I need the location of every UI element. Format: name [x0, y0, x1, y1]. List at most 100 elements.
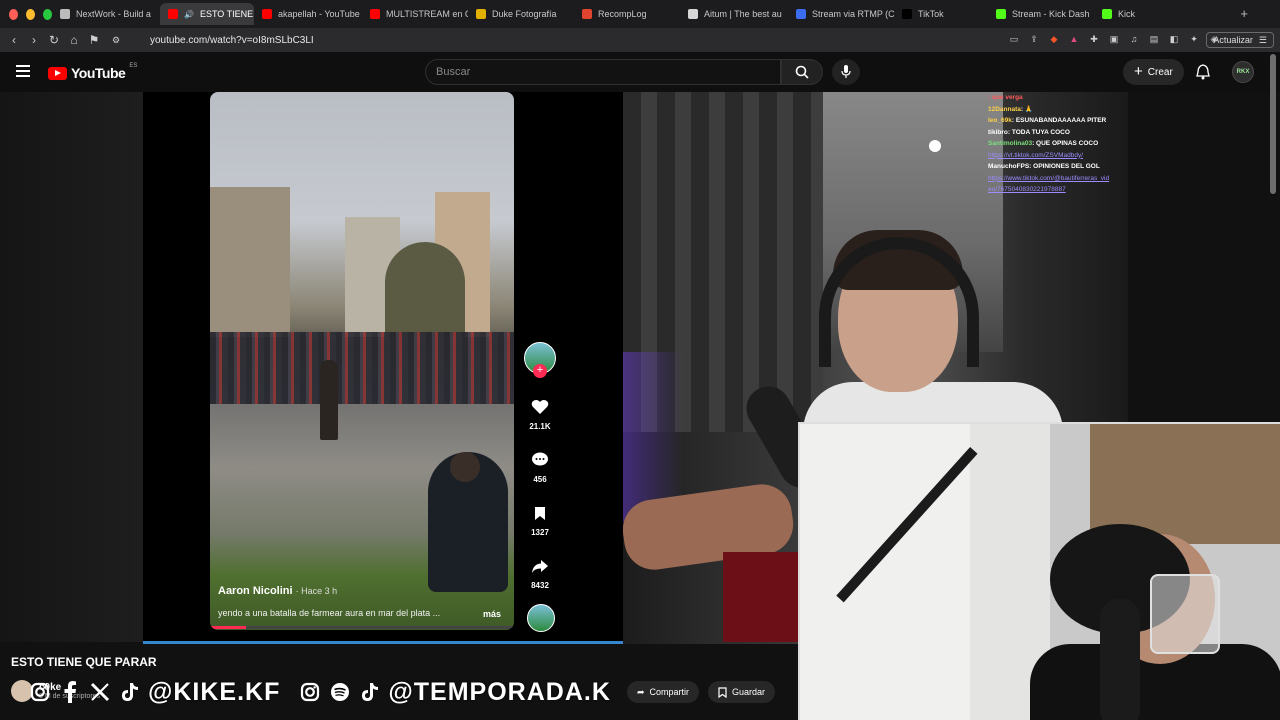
plus-icon: +: [1134, 63, 1143, 80]
browser-tab[interactable]: NextWork - Build a: [52, 3, 160, 25]
tab-favicon-icon: [1102, 9, 1112, 19]
share-action[interactable]: 8432: [522, 555, 558, 590]
tab-favicon-icon: [582, 9, 592, 19]
like-count: 21.1K: [529, 422, 551, 431]
tab-label: TikTok: [918, 9, 944, 19]
tiktok-clip: Aaron Nicolini · Hace 3 h yendo a una ba…: [210, 92, 514, 630]
page-scrollbar[interactable]: [1270, 54, 1276, 194]
tab-favicon-icon: [476, 9, 486, 19]
extensions-toolbar: ▭ ⇪ ◆ ▲ ✚ ▣ ♫ ▤ ◧ ✦ ◈: [1008, 33, 1220, 45]
sidebar-icon[interactable]: ◧: [1168, 33, 1180, 45]
browser-tab[interactable]: Duke Fotografía: [468, 3, 574, 25]
search-icon: [795, 65, 809, 79]
notifications-bell-icon[interactable]: [1196, 64, 1210, 80]
chat-username: tikibro: [988, 128, 1008, 136]
chat-message: eo/7675040830221978887: [988, 184, 1128, 196]
account-avatar[interactable]: RKX: [1232, 61, 1254, 83]
tab-favicon-icon: [688, 9, 698, 19]
extensions-icon[interactable]: ✚: [1088, 33, 1100, 45]
instagram-icon: [28, 680, 52, 704]
tab-label: Stream via RTMP (C: [812, 9, 894, 19]
browser-tab[interactable]: 🔊ESTO TIENE✕: [160, 3, 254, 25]
chat-link[interactable]: eo/7675040830221978887: [988, 186, 1066, 193]
chat-message: leo_69k: ESUNABANDAAAAAA PITER: [988, 115, 1128, 127]
chat-message: Santimolina03: QUE OPINAS COCO: [988, 138, 1128, 150]
comment-action[interactable]: 456: [522, 449, 558, 484]
share-count: 8432: [531, 581, 549, 590]
leo-icon[interactable]: ✦: [1188, 33, 1200, 45]
drinking-glass: [1150, 574, 1220, 654]
youtube-wordmark: YouTube: [71, 65, 126, 81]
clip-more-link[interactable]: más: [483, 609, 501, 619]
share-page-icon[interactable]: ⇪: [1028, 33, 1040, 45]
tab-favicon-icon: [996, 9, 1006, 19]
browser-tab[interactable]: MULTISTREAM en C: [362, 3, 468, 25]
rewards-icon[interactable]: ▲: [1068, 33, 1080, 45]
search-placeholder: Buscar: [436, 66, 471, 78]
cast-icon[interactable]: ▭: [1008, 33, 1020, 45]
save-action[interactable]: 1327: [522, 502, 558, 537]
player-left-backdrop: [0, 92, 143, 642]
heart-icon: [531, 400, 549, 414]
comment-icon: [532, 452, 548, 466]
browser-tab[interactable]: Stream - Kick Dash: [988, 3, 1094, 25]
chat-username: ManuchoFPS: [988, 163, 1030, 170]
browser-tab[interactable]: akapellah - YouTube: [254, 3, 362, 25]
create-button[interactable]: + Crear: [1123, 59, 1184, 85]
tab-label: Aitum | The best au: [704, 9, 782, 19]
chat-username: Santimolina03: [988, 140, 1033, 147]
browser-tab[interactable]: Stream via RTMP (C: [788, 3, 894, 25]
audio-playing-icon[interactable]: 🔊: [184, 10, 194, 19]
new-tab-button[interactable]: +: [1240, 6, 1248, 21]
browser-tab[interactable]: TikTok: [894, 3, 988, 25]
site-settings-icon[interactable]: ⚙: [106, 35, 126, 46]
clip-author[interactable]: Aaron Nicolini · Hace 3 h: [218, 585, 337, 597]
chat-link[interactable]: https://vt.tiktok.com/ZSVMadbdy/: [988, 152, 1083, 159]
menu-hamburger-icon[interactable]: [16, 65, 30, 77]
search-button[interactable]: [781, 59, 823, 85]
bookmark-icon[interactable]: ⚑: [84, 33, 104, 47]
reload-icon[interactable]: ↻: [44, 33, 64, 47]
facebook-icon: [58, 680, 82, 704]
sound-avatar[interactable]: [527, 604, 555, 632]
brave-shield-icon[interactable]: ◆: [1048, 33, 1060, 45]
bookmark-icon: [535, 506, 545, 520]
browser-tab[interactable]: RecompLog: [574, 3, 680, 25]
like-action[interactable]: 21.1K: [522, 396, 558, 431]
save-button[interactable]: Guardar: [708, 681, 776, 703]
guest-microphone: [1100, 599, 1140, 720]
stream-chat-overlay: : que verga 12Dannata: 🙏 leo_69k: ESUNABAN…: [988, 92, 1128, 196]
share-button[interactable]: ➦ Compartir: [627, 681, 700, 703]
youtube-logo[interactable]: YouTube ES: [48, 63, 137, 81]
spectator-head: [450, 452, 480, 482]
youtube-header: YouTube ES Buscar + Crear RKX: [0, 52, 1280, 92]
chat-message: https://www.tiktok.com/@bautiferreras_vi…: [988, 173, 1128, 185]
player-progress-bar[interactable]: [143, 641, 623, 644]
voice-search-button[interactable]: [832, 59, 860, 85]
chat-link[interactable]: https://www.tiktok.com/@bautiferreras_vi…: [988, 175, 1109, 182]
url-field[interactable]: youtube.com/watch?v=oI8mSLbC3LI: [150, 35, 314, 46]
chat-username: leo_69k: [988, 117, 1012, 124]
forward-icon[interactable]: ›: [24, 33, 44, 47]
browser-tab[interactable]: Aitum | The best au: [680, 3, 788, 25]
screenshot-icon[interactable]: ▣: [1108, 33, 1120, 45]
ceiling-light: [929, 140, 941, 152]
chat-text: : 🙏: [1020, 105, 1033, 113]
wall: [800, 424, 970, 720]
back-icon[interactable]: ‹: [4, 33, 24, 47]
browser-tab-bar: NextWork - Build a🔊ESTO TIENE✕akapellah …: [0, 0, 1280, 28]
search-input[interactable]: Buscar: [425, 59, 781, 85]
follow-plus-icon[interactable]: +: [533, 364, 547, 378]
update-button[interactable]: Actualizar ☰: [1206, 32, 1274, 48]
comment-count: 456: [533, 475, 547, 484]
close-window-button[interactable]: [9, 8, 18, 20]
wallet-icon[interactable]: ▤: [1148, 33, 1160, 45]
dancer: [320, 360, 338, 440]
chat-message: 12Dannata: 🙏: [988, 104, 1128, 116]
maximize-window-button[interactable]: [43, 8, 52, 20]
home-icon[interactable]: ⌂: [64, 33, 84, 47]
minimize-window-button[interactable]: [26, 8, 35, 20]
browser-tab[interactable]: Kick: [1094, 3, 1200, 25]
tab-label: MULTISTREAM en C: [386, 9, 468, 19]
media-icon[interactable]: ♫: [1128, 33, 1140, 45]
